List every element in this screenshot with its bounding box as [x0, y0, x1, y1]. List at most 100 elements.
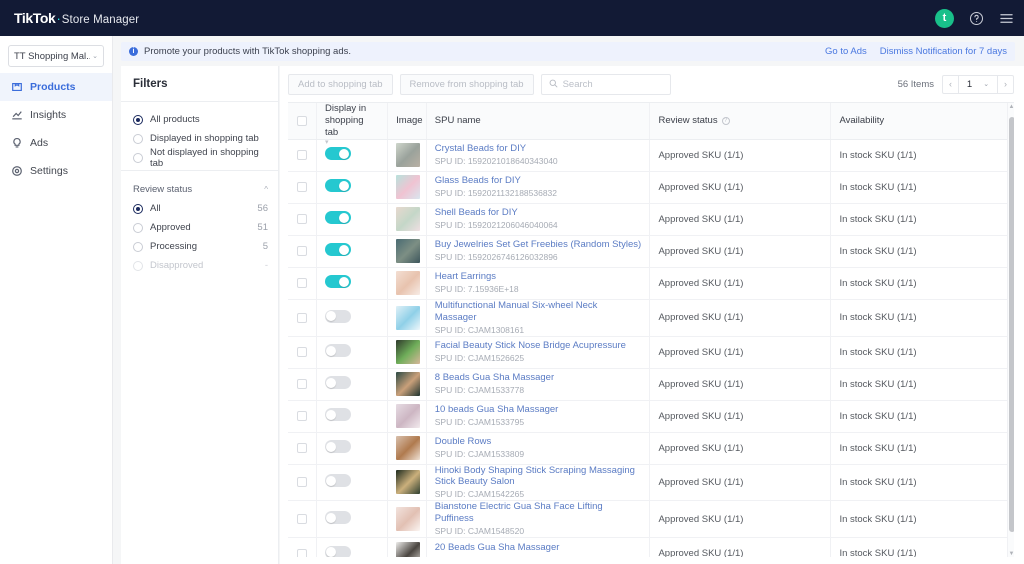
- display-in-shopping-tab-toggle[interactable]: [324, 474, 351, 488]
- sidebar-item-insights[interactable]: Insights: [0, 101, 112, 129]
- review-status-value: Approved SKU (1/1): [658, 346, 744, 358]
- product-spu-id: SPU ID: CJAM1551353: [435, 555, 642, 557]
- filter-displayed-in-shopping-tab[interactable]: Displayed in shopping tab: [121, 129, 278, 148]
- sidebar-item-ads[interactable]: Ads: [0, 129, 112, 157]
- image-header: Image: [387, 103, 427, 140]
- row-checkbox[interactable]: [296, 477, 307, 488]
- filter-review-approved[interactable]: Approved 51: [121, 218, 278, 237]
- sidebar-item-products[interactable]: Products: [0, 73, 112, 101]
- display-in-shopping-tab-toggle[interactable]: [324, 408, 351, 422]
- scrollbar-thumb[interactable]: [1008, 117, 1014, 532]
- display-in-shopping-tab-toggle[interactable]: [324, 179, 351, 193]
- display-in-shopping-tab-toggle[interactable]: [324, 211, 351, 225]
- search-input[interactable]: [562, 78, 663, 90]
- spu-name-header: SPU name: [426, 103, 651, 140]
- product-name-link[interactable]: 8 Beads Gua Sha Massager: [435, 372, 642, 384]
- row-checkbox[interactable]: [296, 548, 307, 557]
- review-status-cell: Approved SKU (1/1): [649, 203, 832, 236]
- product-image-cell: [387, 299, 427, 337]
- search-box[interactable]: [540, 73, 671, 95]
- product-spu-id: SPU ID: 1592021132188536832: [434, 188, 558, 199]
- go-to-ads-link[interactable]: Go to Ads: [825, 46, 867, 57]
- availability-cell: In stock SKU (1/1): [830, 537, 1014, 557]
- avatar[interactable]: t: [935, 8, 954, 28]
- review-status-cell: Approved SKU (1/1): [649, 500, 832, 539]
- filter-not-displayed-in-shopping-tab[interactable]: Not displayed in shopping tab: [121, 147, 278, 169]
- top-bar-actions: t: [935, 0, 1014, 36]
- table-vertical-scrollbar[interactable]: ▲ ▼: [1007, 103, 1014, 557]
- product-name-link[interactable]: Hinoki Body Shaping Stick Scraping Massa…: [435, 465, 642, 489]
- review-status-group-header[interactable]: Review status ^: [121, 179, 278, 199]
- row-checkbox[interactable]: [296, 278, 307, 289]
- display-in-shopping-tab-toggle[interactable]: [324, 275, 351, 289]
- product-name-link[interactable]: Facial Beauty Stick Nose Bridge Acupress…: [435, 340, 642, 352]
- product-name-link[interactable]: Multifunctional Manual Six-wheel Neck Ma…: [435, 300, 642, 324]
- bianstone-thumb: [396, 507, 421, 532]
- dismiss-notification-link[interactable]: Dismiss Notification for 7 days: [880, 46, 1007, 57]
- display-in-shopping-tab-toggle[interactable]: [324, 376, 351, 390]
- sort-icon[interactable]: ▾: [325, 139, 329, 147]
- product-spu-id: SPU ID: CJAM1533795: [434, 416, 525, 427]
- display-in-shopping-tab-toggle[interactable]: [324, 147, 351, 161]
- product-name-link[interactable]: Buy Jewelries Set Get Freebies (Random S…: [435, 239, 642, 251]
- filter-review-all[interactable]: All 56: [121, 199, 278, 218]
- remove-from-shopping-tab-button[interactable]: Remove from shopping tab: [399, 73, 534, 95]
- help-circle-icon[interactable]: [969, 11, 984, 26]
- availability-cell: In stock SKU (1/1): [830, 336, 1014, 369]
- availability-cell: In stock SKU (1/1): [830, 139, 1014, 172]
- prev-page-button[interactable]: ‹: [942, 74, 959, 94]
- product-image-cell: [387, 235, 427, 268]
- display-in-shopping-tab-toggle[interactable]: [324, 309, 351, 323]
- review-status-group: Review status ^ All 56 Approved 51 Proce…: [121, 171, 278, 275]
- product-name-link[interactable]: Double Rows: [435, 436, 642, 448]
- availability-cell: In stock SKU (1/1): [830, 299, 1014, 337]
- row-checkbox[interactable]: [296, 347, 307, 358]
- display-in-shopping-tab-toggle[interactable]: [324, 243, 351, 257]
- row-checkbox[interactable]: [296, 379, 307, 390]
- row-checkbox[interactable]: [296, 182, 307, 193]
- product-image-cell: [387, 139, 427, 172]
- radio-icon: [133, 241, 143, 252]
- top-bar: TikTok · Store Manager t: [0, 0, 1024, 36]
- row-checkbox[interactable]: [296, 312, 307, 323]
- display-toggle-cell: [316, 336, 389, 369]
- select-all-checkbox[interactable]: [296, 115, 307, 126]
- filter-label: Processing: [150, 241, 197, 252]
- store-selector[interactable]: TT Shopping Mal... ⌄: [8, 45, 104, 67]
- hamburger-menu-icon[interactable]: [999, 12, 1014, 25]
- nav-list: Products Insights Ads Settings: [0, 73, 112, 185]
- row-checkbox[interactable]: [296, 411, 307, 422]
- help-circle-icon[interactable]: ?: [721, 116, 730, 125]
- brand-logo[interactable]: TikTok · Store Manager: [0, 10, 139, 26]
- product-name-link[interactable]: 20 Beads Gua Sha Massager: [435, 542, 642, 554]
- filter-review-processing[interactable]: Processing 5: [121, 237, 278, 256]
- product-name-link[interactable]: Heart Earrings: [435, 271, 642, 283]
- display-in-shopping-tab-toggle[interactable]: [324, 545, 351, 557]
- product-name-link[interactable]: Glass Beads for DIY: [435, 175, 642, 187]
- filter-all-products[interactable]: All products: [121, 110, 278, 129]
- display-in-shopping-tab-toggle[interactable]: [324, 440, 351, 454]
- availability-cell: In stock SKU (1/1): [830, 400, 1014, 433]
- row-checkbox[interactable]: [296, 443, 307, 454]
- display-filter-group: All products Displayed in shopping tab N…: [121, 102, 278, 169]
- page-number-select[interactable]: 1 ⌄: [959, 74, 997, 94]
- product-spu-id: SPU ID: 1592021206046040064: [434, 220, 558, 231]
- product-name-link[interactable]: Bianstone Electric Gua Sha Face Lifting …: [435, 501, 642, 525]
- display-in-shopping-tab-header[interactable]: Display in shopping tab ▾: [316, 103, 389, 146]
- scroll-up-arrow-icon[interactable]: ▲: [1008, 104, 1014, 110]
- scroll-down-arrow-icon[interactable]: ▼: [1008, 551, 1014, 557]
- sidebar-item-settings[interactable]: Settings: [0, 157, 112, 185]
- product-name-link[interactable]: Shell Beads for DIY: [435, 207, 642, 219]
- availability-value: In stock SKU (1/1): [839, 548, 917, 557]
- row-checkbox[interactable]: [296, 514, 307, 525]
- row-checkbox[interactable]: [296, 150, 307, 161]
- display-in-shopping-tab-toggle[interactable]: [324, 511, 351, 525]
- add-to-shopping-tab-button[interactable]: Add to shopping tab: [288, 73, 393, 95]
- product-name-link[interactable]: Crystal Beads for DIY: [435, 143, 642, 155]
- display-toggle-cell: [316, 171, 389, 204]
- next-page-button[interactable]: ›: [997, 74, 1014, 94]
- row-checkbox[interactable]: [296, 214, 307, 225]
- product-name-link[interactable]: 10 beads Gua Sha Massager: [435, 404, 642, 416]
- display-in-shopping-tab-toggle[interactable]: [324, 344, 351, 358]
- row-checkbox[interactable]: [296, 246, 307, 257]
